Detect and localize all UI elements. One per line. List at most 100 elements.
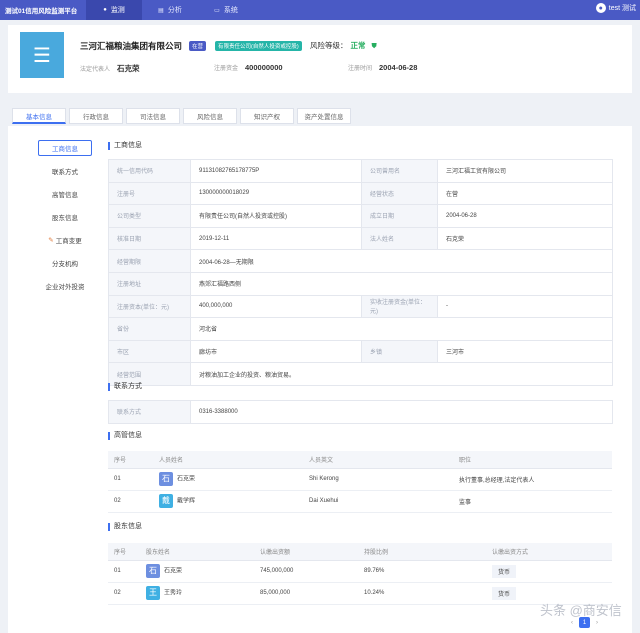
field-value: 400,000,000 [190,294,362,319]
column-header: 人员姓名 [153,451,303,469]
field-label: 市区 [108,339,191,364]
analysis-icon: ▤ [158,7,164,14]
field-label: 注册地址 [108,271,191,296]
tab-ip[interactable]: 知识产权 [240,108,294,124]
top-bar: 测试01信用风险监测平台 ● 监测 ▤ 分析 ▭ 系统 ● test 测试 [0,0,640,20]
column-header: 序号 [108,451,153,469]
person-cell: 戴戴学辉 [153,490,303,513]
table-row: 注册地址 燕郊汇福路西侧 [108,271,613,296]
section-title-business: 工商信息 [108,142,142,150]
info-tabs: 基本信息 行政信息 司法信息 风险信息 知识产权 资产处置信息 [12,108,351,124]
tab-judicial-info[interactable]: 司法信息 [126,108,180,124]
field-label: 成立日期 [361,204,438,228]
user-menu[interactable]: ● test 测试 [595,3,636,13]
legal-rep-value: 石克荣 [117,64,140,73]
field-label: 实收注册资金(单位：元) [361,294,438,319]
holder-avatar: 石 [146,564,160,578]
tab-admin-info[interactable]: 行政信息 [69,108,123,124]
side-item-changes[interactable]: ✎ 工商变更 [38,232,92,248]
tab-basic-info[interactable]: 基本信息 [12,108,66,124]
holder-method-cell: 货币 [486,560,612,583]
app-brand: 测试01信用风险监测平台 [5,8,78,15]
side-item-contact[interactable]: 联系方式 [38,163,92,179]
holder-ratio: 10.24% [358,582,486,605]
side-item-business[interactable]: 工商信息 [38,140,92,156]
nav-analysis[interactable]: ▤ 分析 [142,0,198,20]
side-item-label: 工商变更 [55,238,82,245]
table-row: 01 石石克荣 Shi Kerong 执行董事,总经理,法定代表人 [108,468,612,491]
person-name[interactable]: 戴学辉 [177,499,195,505]
contact-table: 联系方式 0316-3388000 [108,400,613,424]
contact-value: 0316-3388000 [190,400,613,424]
nav-monitor[interactable]: ● 监测 [86,0,142,20]
person-name[interactable]: 石克荣 [177,477,195,483]
row-number: 01 [108,560,140,583]
field-label: 统一信用代码 [108,159,191,183]
side-item-execs[interactable]: 高管信息 [38,186,92,202]
table-header-row: 序号 人员姓名 人员英文 职位 [108,451,612,469]
holder-name[interactable]: 石克荣 [164,569,182,575]
risk-level: 风险等级： 正常 ⛊ [310,40,377,51]
field-value: 石克荣 [437,226,613,251]
row-number: 01 [108,468,153,491]
table-header-row: 序号 股东姓名 认缴出资额 持股比例 认缴出资方式 [108,543,612,561]
prev-page-icon[interactable]: ‹ [571,620,573,626]
row-number: 02 [108,490,153,513]
field-value: 130000000018029 [190,181,362,206]
holder-cell: 石石克荣 [140,560,254,583]
table-row: 01 石石克荣 745,000,000 89.76% 货币 [108,560,612,583]
side-menu: 工商信息 联系方式 高管信息 股东信息 ✎ 工商变更 分支机构 企业对外投资 [38,140,92,301]
field-value: 三河汇福工贸有限公司 [437,159,613,183]
tab-asset-disposal[interactable]: 资产处置信息 [297,108,351,124]
table-row: 经营期限 2004-06-28—无期限 [108,249,613,273]
field-label: 注册资本(单位：元) [108,294,191,319]
person-avatar: 石 [159,472,173,486]
field-label: 乡镇 [361,339,438,364]
field-value: 2004-06-28—无期限 [190,249,613,273]
tab-risk-info[interactable]: 风险信息 [183,108,237,124]
field-value: - [437,294,613,319]
column-header: 职位 [453,451,612,469]
shield-icon: ⛊ [371,43,377,50]
field-label: 公司类型 [108,204,191,228]
contact-label: 联系方式 [108,400,191,424]
next-page-icon[interactable]: › [596,620,598,626]
legal-rep: 法定代表人 石克荣 [80,63,140,74]
side-item-branches[interactable]: 分支机构 [38,255,92,271]
row-number: 02 [108,582,140,605]
execs-table: 序号 人员姓名 人员英文 职位 01 石石克荣 Shi Kerong 执行董事,… [108,451,612,513]
nav-label: 系统 [223,7,238,14]
field-label: 经营状态 [361,181,438,206]
field-value: 河北省 [190,317,613,341]
company-name: 三河汇福粮油集团有限公司 [80,41,183,51]
field-label: 公司曾用名 [361,159,438,183]
page-number-button[interactable]: 1 [579,617,590,628]
holder-method: 货币 [492,586,517,600]
holder-name[interactable]: 王秀玲 [164,591,182,597]
field-label: 法人姓名 [361,226,438,251]
table-row: 公司类型 有限责任公司(自然人投资或控股) 成立日期 2004-06-28 [108,204,613,228]
registered-capital: 注册资金 400000000 [214,63,283,72]
column-header: 持股比例 [358,543,486,561]
person-english: Dai Xuehui [303,490,453,513]
table-row: 省份 河北省 [108,317,613,341]
company-logo-icon: ☰ [20,32,64,78]
user-avatar-icon: ● [595,3,606,13]
risk-label: 风险等级： [310,41,348,50]
table-row: 02 王王秀玲 85,000,000 10.24% 货币 [108,582,612,605]
table-row: 注册号 130000000018029 经营状态 在营 [108,181,613,206]
side-item-investments[interactable]: 企业对外投资 [38,278,92,294]
nav-system[interactable]: ▭ 系统 [198,0,254,20]
person-cell: 石石克荣 [153,468,303,491]
field-value: 2019-12-11 [190,226,362,251]
main-nav: ● 监测 ▤ 分析 ▭ 系统 [86,0,254,20]
column-header: 人员英文 [303,451,453,469]
holder-cell: 王王秀玲 [140,582,254,605]
monitor-screen-icon: ▭ [214,7,220,14]
table-row: 联系方式 0316-3388000 [108,400,613,424]
section-title-holders: 股东信息 [108,523,142,531]
registration-date: 注册时间 2004-06-28 [348,63,417,72]
date-value: 2004-06-28 [379,63,418,72]
side-item-holders[interactable]: 股东信息 [38,209,92,225]
field-label: 省份 [108,317,191,341]
